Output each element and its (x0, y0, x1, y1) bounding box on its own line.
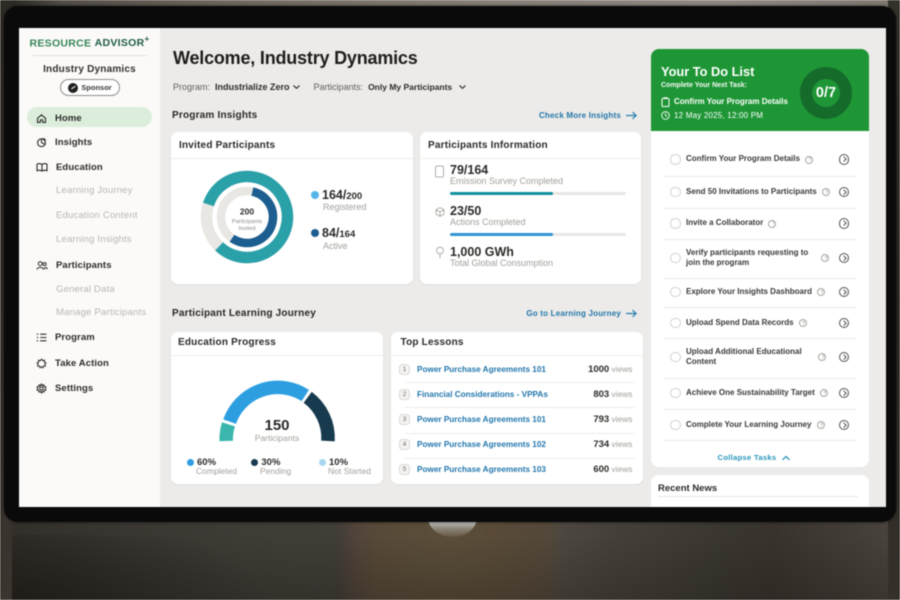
svg-text:Participants: Participants (232, 219, 262, 225)
svg-text:200: 200 (240, 207, 254, 217)
svg-text:Invited: Invited (238, 226, 255, 232)
